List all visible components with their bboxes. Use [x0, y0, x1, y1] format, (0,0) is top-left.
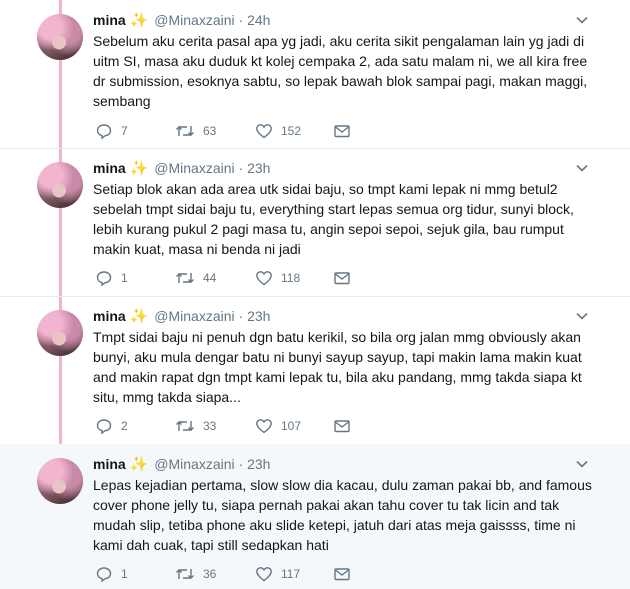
separator-dot: · [238, 308, 244, 324]
reply-icon [96, 124, 112, 140]
retweet-count: 63 [203, 124, 217, 138]
heart-icon [256, 419, 272, 434]
user-handle[interactable]: @Minaxzaini [154, 12, 234, 28]
chevron-down-icon[interactable] [574, 308, 590, 324]
separator-dot: · [238, 160, 244, 176]
like-button[interactable]: 107 [255, 417, 301, 435]
tweet-text: Setiap blok akan ada area utk sidai baju… [93, 181, 574, 257]
tweet-time[interactable]: 23h [247, 308, 270, 324]
tweet-header: mina ✨ @Minaxzaini · 23h [93, 159, 270, 178]
reply-count: 2 [121, 419, 128, 433]
chevron-down-icon[interactable] [574, 12, 590, 28]
tweet[interactable]: mina ✨ @Minaxzaini · 23h Lepas kejadian p… [0, 444, 630, 589]
retweet-button[interactable]: 44 [175, 269, 216, 287]
user-handle[interactable]: @Minaxzaini [154, 456, 234, 472]
tweet-header: mina ✨ @Minaxzaini · 23h [93, 455, 270, 474]
user-name[interactable]: mina [93, 12, 126, 28]
envelope-icon [334, 272, 350, 285]
user-name[interactable]: mina [93, 456, 126, 472]
sparkle-badge-icon: ✨ [129, 456, 149, 473]
like-count: 107 [281, 419, 302, 433]
envelope-icon [334, 420, 350, 433]
like-count: 152 [281, 124, 302, 138]
direct-message-button[interactable] [333, 417, 351, 435]
retweet-button[interactable]: 63 [175, 122, 216, 140]
reply-button[interactable]: 1 [95, 565, 128, 583]
reply-icon [96, 271, 112, 287]
tweet-time[interactable]: 23h [247, 456, 270, 472]
envelope-icon [334, 568, 350, 581]
tweet-header: mina ✨ @Minaxzaini · 24h [93, 11, 270, 30]
tweet-text: Tmpt sidai baju ni penuh dgn batu keriki… [93, 329, 582, 405]
avatar[interactable] [37, 14, 83, 60]
retweet-button[interactable]: 33 [175, 417, 216, 435]
reply-button[interactable]: 7 [95, 122, 128, 140]
retweet-button[interactable]: 36 [175, 565, 216, 583]
reply-count: 1 [121, 271, 128, 285]
avatar[interactable] [37, 162, 83, 208]
reply-count: 7 [121, 124, 128, 138]
retweet-icon [176, 273, 194, 283]
like-button[interactable]: 152 [255, 122, 301, 140]
heart-icon [256, 124, 272, 139]
retweet-icon [176, 421, 194, 431]
heart-icon [256, 271, 272, 286]
tweet-time[interactable]: 23h [247, 160, 270, 176]
sparkle-badge-icon: ✨ [129, 160, 149, 177]
reply-button[interactable]: 2 [95, 417, 128, 435]
sparkle-badge-icon: ✨ [129, 308, 149, 325]
like-button[interactable]: 117 [255, 565, 300, 583]
reply-icon [96, 419, 112, 435]
heart-icon [256, 567, 272, 582]
user-name[interactable]: mina [93, 160, 126, 176]
like-count: 118 [281, 271, 301, 285]
direct-message-button[interactable] [333, 122, 351, 140]
separator-dot: · [238, 12, 244, 28]
sparkle-badge-icon: ✨ [129, 12, 149, 29]
chevron-down-icon[interactable] [574, 456, 590, 472]
chevron-down-icon[interactable] [574, 160, 590, 176]
like-count: 117 [281, 567, 301, 581]
retweet-icon [176, 569, 194, 579]
direct-message-button[interactable] [333, 269, 351, 287]
like-button[interactable]: 118 [255, 269, 300, 287]
tweet-text: Lepas kejadian pertama, slow slow dia ka… [93, 477, 592, 553]
retweet-count: 44 [203, 271, 217, 285]
retweet-count: 36 [203, 567, 217, 581]
avatar[interactable] [37, 310, 83, 356]
tweet-text: Sebelum aku cerita pasal apa yg jadi, ak… [93, 33, 588, 109]
separator-dot: · [238, 456, 244, 472]
tweet[interactable]: mina ✨ @Minaxzaini · 23h Tmpt sidai baju … [0, 296, 630, 445]
reply-count: 1 [121, 567, 128, 581]
reply-button[interactable]: 1 [95, 269, 128, 287]
direct-message-button[interactable] [333, 565, 351, 583]
tweet-time[interactable]: 24h [247, 12, 270, 28]
user-handle[interactable]: @Minaxzaini [154, 308, 234, 324]
avatar[interactable] [37, 458, 83, 504]
reply-icon [96, 567, 112, 583]
retweet-count: 33 [203, 419, 217, 433]
user-handle[interactable]: @Minaxzaini [154, 160, 234, 176]
tweet-header: mina ✨ @Minaxzaini · 23h [93, 307, 270, 326]
tweet[interactable]: mina ✨ @Minaxzaini · 23h Setiap blok akan… [0, 148, 630, 297]
user-name[interactable]: mina [93, 308, 126, 324]
retweet-icon [176, 126, 194, 136]
tweet[interactable]: mina ✨ @Minaxzaini · 24h Sebelum aku ceri… [0, 0, 630, 149]
envelope-icon [334, 125, 350, 138]
